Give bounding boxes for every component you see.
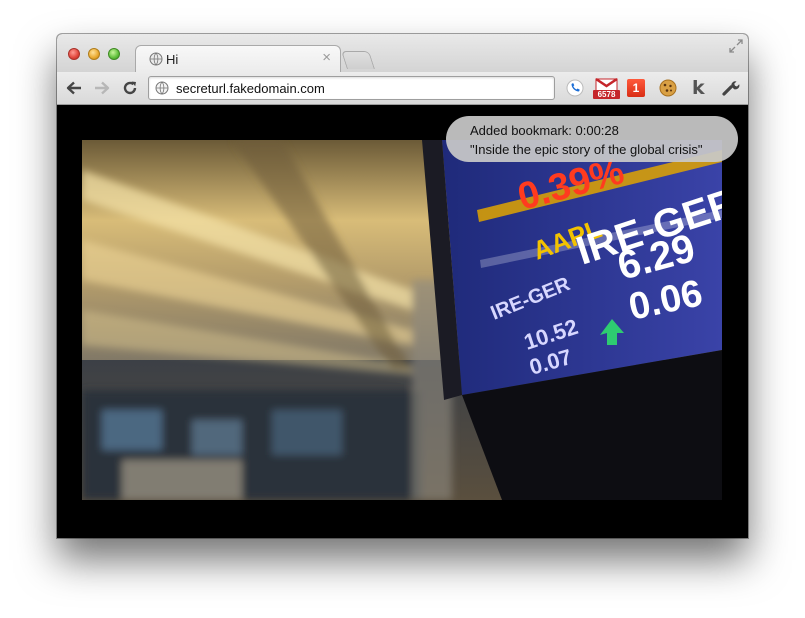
tab-active[interactable]: Hi × <box>135 45 341 72</box>
maximize-window-button[interactable] <box>108 48 120 60</box>
browser-window: Hi × secreturl.fakedomain.com 6578 1 k 0… <box>57 34 748 538</box>
tab-title: Hi <box>166 52 179 67</box>
toast-line-2: "Inside the epic story of the global cri… <box>470 142 703 157</box>
toast-line-1: Added bookmark: 0:00:28 <box>470 123 619 138</box>
title-bar: Hi × <box>57 34 748 72</box>
page-content: 0.39% AAPL IRE-GER 6.29 0.06 IRE-GER 10.… <box>57 105 748 538</box>
tab-close-button[interactable]: × <box>322 50 331 66</box>
globe-icon <box>149 52 163 66</box>
phone-icon[interactable] <box>565 78 585 98</box>
minimize-window-button[interactable] <box>88 48 100 60</box>
back-arrow-icon[interactable] <box>65 79 83 97</box>
notification-badge-icon[interactable]: 1 <box>627 78 647 98</box>
notification-count: 1 <box>627 79 645 97</box>
address-bar[interactable]: secreturl.fakedomain.com <box>148 76 555 100</box>
video-player[interactable]: 0.39% AAPL IRE-GER 6.29 0.06 IRE-GER 10.… <box>82 140 722 500</box>
klout-icon[interactable]: k <box>689 77 709 99</box>
forward-arrow-icon[interactable] <box>93 79 111 97</box>
site-info-globe-icon[interactable] <box>155 81 169 95</box>
gmail-unread-count: 6578 <box>593 90 620 99</box>
wrench-icon[interactable] <box>720 78 740 98</box>
fullscreen-icon[interactable] <box>729 39 743 53</box>
reload-icon[interactable] <box>121 79 139 97</box>
cookie-icon[interactable] <box>658 78 678 98</box>
new-tab-button[interactable] <box>341 51 375 69</box>
bookmark-toast: Added bookmark: 0:00:28 "Inside the epic… <box>446 116 738 162</box>
toolbar: secreturl.fakedomain.com 6578 1 k <box>57 72 748 105</box>
gmail-icon[interactable]: 6578 <box>593 78 620 99</box>
address-bar-url[interactable]: secreturl.fakedomain.com <box>176 81 325 96</box>
close-window-button[interactable] <box>68 48 80 60</box>
klout-letter: k <box>692 77 705 99</box>
video-frame-image: 0.39% AAPL IRE-GER 6.29 0.06 IRE-GER 10.… <box>82 140 722 500</box>
